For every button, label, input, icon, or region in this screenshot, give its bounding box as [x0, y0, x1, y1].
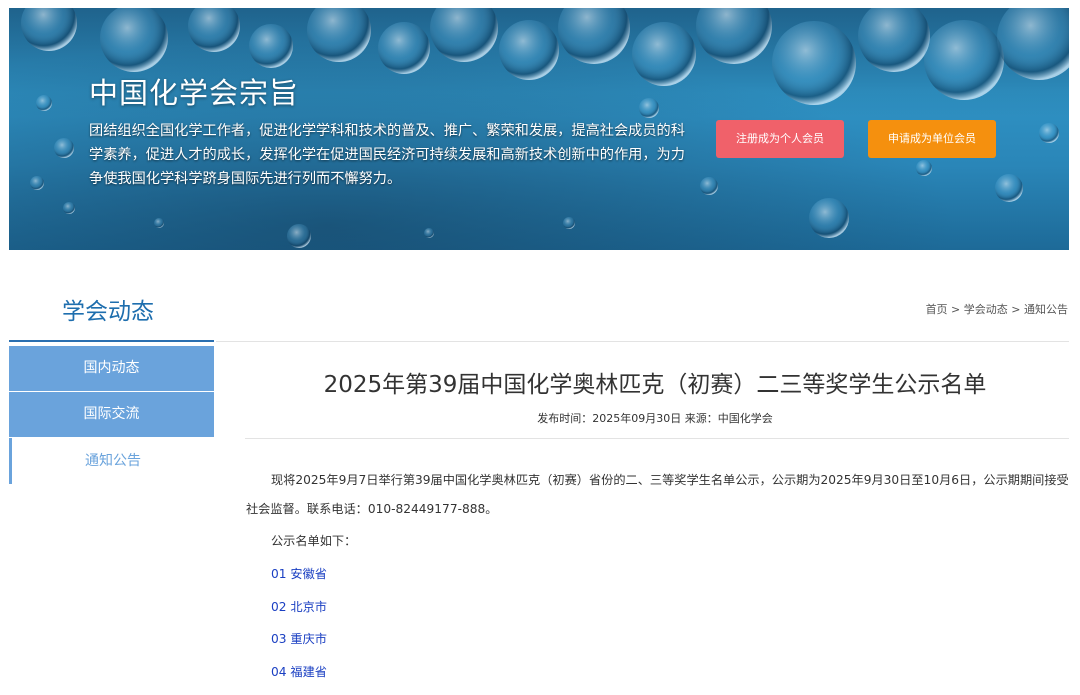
sidebar-item-international-exchange[interactable]: 国际交流 — [9, 392, 214, 437]
breadcrumb-home-link[interactable]: 首页 — [926, 303, 948, 316]
province-link-beijing[interactable]: 02 北京市 — [271, 600, 327, 614]
breadcrumb-current[interactable]: 通知公告 — [1024, 303, 1068, 316]
apply-unit-member-button[interactable]: 申请成为单位会员 — [868, 120, 996, 158]
article-title: 2025年第39届中国化学奥林匹克（初赛）二三等奖学生公示名单 — [323, 372, 987, 398]
article-paragraph: 现将2025年9月7日举行第39届中国化学奥林匹克（初赛）省份的二、三等奖学生名… — [246, 473, 1069, 516]
list-item: 03 重庆市 — [246, 623, 1074, 656]
list-item: 01 安徽省 — [246, 558, 1074, 591]
list-item: 02 北京市 — [246, 591, 1074, 624]
province-link-fujian[interactable]: 04 福建省 — [271, 665, 327, 679]
breadcrumb-separator: > — [947, 303, 964, 316]
article-meta: 发布时间：2025年09月30日 来源：中国化学会 — [537, 412, 773, 425]
province-link-anhui[interactable]: 01 安徽省 — [271, 567, 327, 581]
article-divider — [245, 438, 1069, 439]
list-intro: 公示名单如下： — [271, 534, 357, 548]
province-link-chongqing[interactable]: 03 重庆市 — [271, 632, 327, 646]
breadcrumb-separator: > — [1007, 303, 1024, 316]
sidebar-item-domestic-news[interactable]: 国内动态 — [9, 346, 214, 391]
article-body: 现将2025年9月7日举行第39届中国化学奥林匹克（初赛）省份的二、三等奖学生名… — [246, 466, 1074, 688]
breadcrumb: 首页 > 学会动态 > 通知公告 — [926, 301, 1068, 317]
list-item: 04 福建省 — [246, 656, 1074, 689]
section-title-underline — [9, 340, 214, 342]
header-divider — [216, 341, 1069, 342]
sidebar-item-announcements[interactable]: 通知公告 — [9, 438, 214, 484]
mission-banner: 中国化学会宗旨 团结组织全国化学工作者，促进化学学科和技术的普及、推广、繁荣和发… — [9, 8, 1069, 250]
banner-title: 中国化学会宗旨 — [89, 76, 300, 110]
section-title: 学会动态 — [62, 299, 154, 325]
banner-description: 团结组织全国化学工作者，促进化学学科和技术的普及、推广、繁荣和发展，提高社会成员… — [89, 123, 685, 187]
register-personal-member-button[interactable]: 注册成为个人会员 — [716, 120, 844, 158]
sidebar-nav: 国内动态 国际交流 通知公告 — [9, 346, 214, 485]
breadcrumb-level1-link[interactable]: 学会动态 — [964, 303, 1008, 316]
